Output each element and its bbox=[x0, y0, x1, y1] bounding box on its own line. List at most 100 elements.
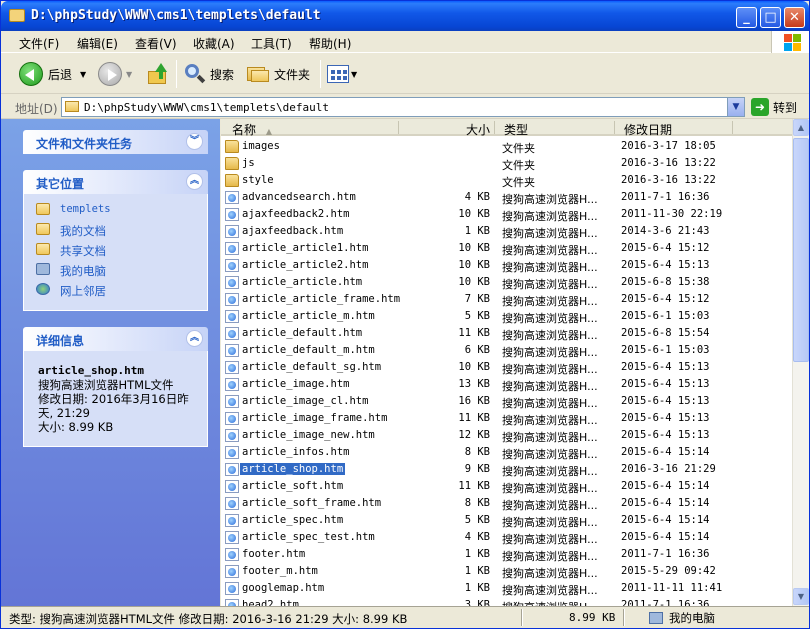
place-my-documents[interactable]: 我的文档 bbox=[24, 220, 207, 240]
minimize-button[interactable]: _ bbox=[736, 7, 757, 28]
file-row[interactable]: article_soft.htm 11 KB 搜狗高速浏览器H... 2015-6-4… bbox=[221, 478, 792, 495]
file-modified: 2015-6-4 15:14 bbox=[621, 497, 710, 509]
file-row[interactable]: js 文件夹 2016-3-16 13:22 bbox=[221, 155, 792, 172]
menu-help[interactable]: 帮助(H) bbox=[309, 35, 351, 52]
vertical-scrollbar[interactable]: ▲ ▼ bbox=[792, 119, 809, 606]
file-row[interactable]: article_default_sg.htm 10 KB 搜狗高速浏览器H... 20… bbox=[221, 359, 792, 376]
file-row[interactable]: article_image_cl.htm 16 KB 搜狗高速浏览器H... 2015… bbox=[221, 393, 792, 410]
file-list: 名称 ▲ 大小 类型 修改日期 images 文件夹 2016-3-17 18:05… bbox=[221, 119, 792, 606]
html-file-icon bbox=[225, 293, 239, 306]
file-row[interactable]: article_article_m.htm 5 KB 搜狗高速浏览器H... 2015… bbox=[221, 308, 792, 325]
close-button[interactable]: ✕ bbox=[784, 7, 805, 28]
other-places-header[interactable]: 其它位置 ︽ bbox=[23, 170, 208, 194]
scroll-up-button[interactable]: ▲ bbox=[793, 119, 809, 136]
file-row[interactable]: article_infos.htm 8 KB 搜狗高速浏览器H... 2015-6-4… bbox=[221, 444, 792, 461]
column-size[interactable]: 大小 bbox=[466, 121, 490, 138]
file-type: 搜狗高速浏览器H... bbox=[502, 448, 598, 461]
menu-tools[interactable]: 工具(T) bbox=[251, 35, 292, 52]
file-row[interactable]: head2.htm 3 KB 搜狗高速浏览器H... 2011-7-1 16:36 bbox=[221, 597, 792, 606]
file-type: 搜狗高速浏览器H... bbox=[502, 567, 598, 580]
file-row[interactable]: article_default_m.htm 6 KB 搜狗高速浏览器H... 2015… bbox=[221, 342, 792, 359]
details-header[interactable]: 详细信息 ︽ bbox=[23, 327, 208, 351]
html-file-icon bbox=[225, 480, 239, 493]
file-row[interactable]: googlemap.htm 1 KB 搜狗高速浏览器H... 2011-11-11 1… bbox=[221, 580, 792, 597]
go-button[interactable]: ➜ 转到 bbox=[751, 98, 797, 116]
file-row[interactable]: article_article_frame.htm 7 KB 搜狗高速浏览器H...… bbox=[221, 291, 792, 308]
file-row[interactable]: ajaxfeedback.htm 1 KB 搜狗高速浏览器H... 2014-3-6 … bbox=[221, 223, 792, 240]
file-tasks-header[interactable]: 文件和文件夹任务 ︾ bbox=[23, 130, 208, 154]
title-bar[interactable]: D:\phpStudy\WWW\cms1\templets\default _ … bbox=[1, 1, 809, 31]
network-icon bbox=[36, 283, 50, 295]
column-separator[interactable] bbox=[494, 121, 495, 134]
column-header: 名称 ▲ 大小 类型 修改日期 bbox=[221, 119, 792, 138]
place-shared-documents[interactable]: 共享文档 bbox=[24, 240, 207, 260]
file-name: article_default_sg.htm bbox=[242, 361, 382, 373]
file-type: 搜狗高速浏览器H... bbox=[502, 550, 598, 563]
menu-favorites[interactable]: 收藏(A) bbox=[193, 35, 235, 52]
collapse-icon[interactable]: ︽ bbox=[186, 173, 203, 190]
column-name[interactable]: 名称 ▲ bbox=[232, 121, 272, 138]
search-button[interactable]: 搜索 bbox=[184, 60, 234, 88]
file-type: 搜狗高速浏览器H... bbox=[502, 584, 598, 597]
column-separator[interactable] bbox=[732, 121, 733, 134]
file-row[interactable]: article_spec.htm 5 KB 搜狗高速浏览器H... 2015-6-4 … bbox=[221, 512, 792, 529]
back-button[interactable]: 后退 ▼ bbox=[19, 60, 86, 88]
scroll-thumb[interactable] bbox=[793, 138, 809, 362]
shared-folder-icon bbox=[36, 243, 50, 255]
file-row[interactable]: article_image.htm 13 KB 搜狗高速浏览器H... 2015-6-… bbox=[221, 376, 792, 393]
file-type: 搜狗高速浏览器H... bbox=[502, 210, 598, 223]
file-row[interactable]: article_article.htm 10 KB 搜狗高速浏览器H... 2015-… bbox=[221, 274, 792, 291]
place-my-computer[interactable]: 我的电脑 bbox=[24, 260, 207, 280]
views-button[interactable]: ▼ bbox=[327, 60, 357, 88]
file-type: 搜狗高速浏览器H... bbox=[502, 533, 598, 546]
address-bar: 地址(D) D:\phpStudy\WWW\cms1\templets\defa… bbox=[1, 95, 809, 119]
file-row[interactable]: article_soft_frame.htm 8 KB 搜狗高速浏览器H... 201… bbox=[221, 495, 792, 512]
file-row[interactable]: style 文件夹 2016-3-16 13:22 bbox=[221, 172, 792, 189]
file-name: article_spec_test.htm bbox=[242, 531, 375, 543]
file-row[interactable]: article_spec_test.htm 4 KB 搜狗高速浏览器H... 2015… bbox=[221, 529, 792, 546]
column-separator[interactable] bbox=[614, 121, 615, 134]
status-size: 8.99 KB bbox=[569, 611, 616, 624]
address-input[interactable]: D:\phpStudy\WWW\cms1\templets\default ▼ bbox=[61, 97, 745, 117]
file-row[interactable]: article_article1.htm 10 KB 搜狗高速浏览器H... 2015… bbox=[221, 240, 792, 257]
menu-view[interactable]: 查看(V) bbox=[135, 35, 177, 52]
file-row[interactable]: article_shop.htm 9 KB 搜狗高速浏览器H... 2016-3-16… bbox=[221, 461, 792, 478]
file-row[interactable]: footer_m.htm 1 KB 搜狗高速浏览器H... 2015-5-29 09:… bbox=[221, 563, 792, 580]
html-file-icon bbox=[225, 259, 239, 272]
file-row[interactable]: footer.htm 1 KB 搜狗高速浏览器H... 2011-7-1 16:36 bbox=[221, 546, 792, 563]
file-row[interactable]: article_image_frame.htm 11 KB 搜狗高速浏览器H... 2… bbox=[221, 410, 792, 427]
file-row[interactable]: article_article2.htm 10 KB 搜狗高速浏览器H... 2015… bbox=[221, 257, 792, 274]
file-row[interactable]: article_image_new.htm 12 KB 搜狗高速浏览器H... 201… bbox=[221, 427, 792, 444]
maximize-button[interactable]: □ bbox=[760, 7, 781, 28]
folders-button[interactable]: 文件夹 bbox=[247, 60, 310, 88]
scroll-down-button[interactable]: ▼ bbox=[793, 588, 809, 605]
column-type[interactable]: 类型 bbox=[504, 121, 528, 138]
file-row[interactable]: advancedsearch.htm 4 KB 搜狗高速浏览器H... 2011-7-… bbox=[221, 189, 792, 206]
go-label: 转到 bbox=[773, 100, 798, 115]
file-name: article_shop.htm bbox=[238, 462, 347, 476]
file-type: 搜狗高速浏览器H... bbox=[502, 516, 598, 529]
address-dropdown-icon[interactable]: ▼ bbox=[727, 98, 744, 116]
search-icon bbox=[184, 63, 206, 85]
menu-edit[interactable]: 编辑(E) bbox=[77, 35, 118, 52]
place-templets[interactable]: templets bbox=[24, 200, 207, 220]
file-row[interactable]: images 文件夹 2016-3-17 18:05 bbox=[221, 138, 792, 155]
file-size: 11 KB bbox=[458, 480, 490, 492]
file-size: 1 KB bbox=[464, 582, 490, 594]
column-modified[interactable]: 修改日期 bbox=[624, 121, 672, 138]
forward-button[interactable]: ▼ bbox=[98, 60, 132, 88]
collapse-icon[interactable]: ︽ bbox=[186, 330, 203, 347]
up-folder-button[interactable] bbox=[147, 60, 169, 88]
file-row[interactable]: article_default.htm 11 KB 搜狗高速浏览器H... 2015-… bbox=[221, 325, 792, 342]
menu-file[interactable]: 文件(F) bbox=[19, 35, 59, 52]
file-size: 10 KB bbox=[458, 208, 490, 220]
place-network[interactable]: 网上邻居 bbox=[24, 280, 207, 300]
column-separator[interactable] bbox=[398, 121, 399, 134]
back-dropdown-icon[interactable]: ▼ bbox=[80, 70, 86, 79]
file-type: 搜狗高速浏览器H... bbox=[502, 599, 612, 606]
status-divider bbox=[521, 609, 523, 626]
file-name: article_article2.htm bbox=[242, 259, 369, 271]
forward-dropdown-icon[interactable]: ▼ bbox=[126, 70, 132, 79]
expand-icon[interactable]: ︾ bbox=[186, 133, 203, 150]
file-row[interactable]: ajaxfeedback2.htm 10 KB 搜狗高速浏览器H... 2011-11… bbox=[221, 206, 792, 223]
